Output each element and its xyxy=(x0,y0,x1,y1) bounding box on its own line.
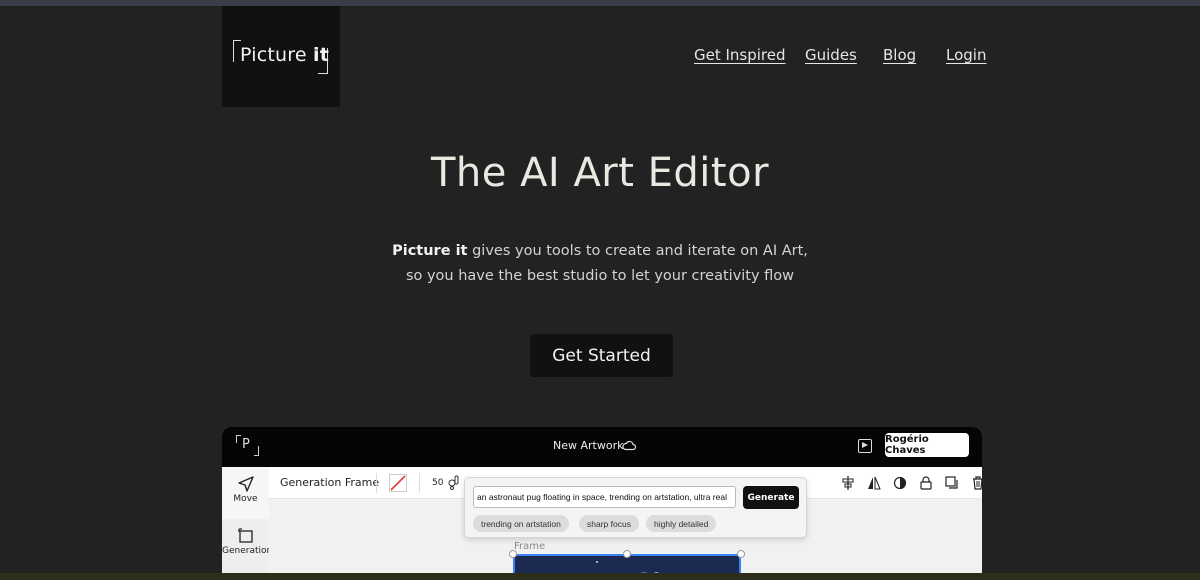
toolbar-selection-label: Generation Frame xyxy=(280,476,380,489)
align-center-icon[interactable] xyxy=(841,476,855,490)
hero-title: The AI Art Editor xyxy=(430,150,770,196)
steps-value[interactable]: 50 xyxy=(432,478,443,488)
app-preview: P New Artwork Rogério Chaves Move Genera… xyxy=(222,427,982,573)
browser-top-strip xyxy=(0,0,1200,6)
nav-blog[interactable]: Blog xyxy=(883,46,916,64)
toolbar-divider xyxy=(419,473,420,493)
flip-horizontal-icon[interactable] xyxy=(867,476,881,490)
frame-icon xyxy=(237,528,253,543)
hero-description-line-2: so you have the best studio to let your … xyxy=(405,268,795,284)
trash-icon[interactable] xyxy=(971,476,982,490)
nav-get-inspired[interactable]: Get Inspired xyxy=(694,46,786,64)
contrast-icon[interactable] xyxy=(893,476,907,490)
cursor-arrow-icon xyxy=(237,476,254,492)
tool-move[interactable]: Move xyxy=(222,467,269,519)
toolbar-actions xyxy=(841,476,982,490)
nav-login[interactable]: Login xyxy=(946,46,986,64)
no-fill-swatch-icon[interactable] xyxy=(389,474,407,492)
suggestion-chip[interactable]: sharp focus xyxy=(579,515,639,532)
duplicate-icon[interactable] xyxy=(945,476,959,490)
play-icon[interactable] xyxy=(858,439,872,453)
browser-bottom-strip xyxy=(0,573,1200,580)
tool-generation-label: Generation xyxy=(222,546,273,556)
get-started-button[interactable]: Get Started xyxy=(530,334,673,377)
cloud-sync-icon xyxy=(622,440,636,451)
suggestion-chip[interactable]: trending on artstation xyxy=(473,515,569,532)
toolbar-divider xyxy=(376,473,377,493)
nav-guides[interactable]: Guides xyxy=(805,46,857,64)
tool-sidebar: Move Generation xyxy=(222,467,273,573)
app-logo[interactable]: P xyxy=(236,435,259,456)
lock-icon[interactable] xyxy=(919,476,933,490)
artwork-title[interactable]: New Artwork xyxy=(553,439,623,452)
tool-move-label: Move xyxy=(233,494,258,504)
suggestion-chip[interactable]: highly detailed xyxy=(646,515,717,532)
hero-description-line-1: Picture it gives you tools to create and… xyxy=(392,243,808,259)
guidance-icon[interactable] xyxy=(447,474,461,490)
app-topbar: P New Artwork Rogério Chaves xyxy=(222,427,982,467)
tool-generation[interactable]: Generation xyxy=(222,519,273,573)
user-button[interactable]: Rogério Chaves xyxy=(885,433,969,457)
generate-button[interactable]: Generate xyxy=(743,486,799,509)
frame-resize-handle[interactable] xyxy=(737,550,745,558)
frame-resize-handle[interactable] xyxy=(509,550,517,558)
artwork-preview-image xyxy=(596,561,659,573)
frame-resize-handle[interactable] xyxy=(623,550,631,558)
frame-label: Frame xyxy=(514,541,546,552)
prompt-input[interactable]: an astronaut pug floating in space, tren… xyxy=(473,486,736,508)
logo-text: Picture it xyxy=(240,44,329,66)
prompt-panel: an astronaut pug floating in space, tren… xyxy=(464,477,807,538)
